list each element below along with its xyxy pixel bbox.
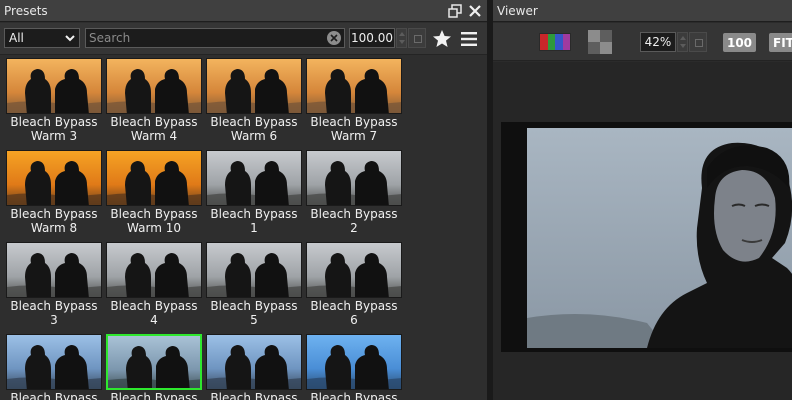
presets-title: Presets bbox=[4, 3, 48, 18]
category-filter-value: All bbox=[9, 31, 24, 45]
preset-thumbnail bbox=[306, 242, 402, 298]
clear-search-button[interactable] bbox=[327, 31, 341, 45]
presets-menu-button[interactable] bbox=[460, 31, 478, 47]
preset-label: Bleach Bypass bbox=[210, 391, 298, 400]
preset-thumbnail bbox=[106, 58, 202, 114]
viewer-image[interactable] bbox=[527, 128, 792, 348]
viewer-panel: Viewer 42% 100 FIT bbox=[493, 0, 792, 400]
preset-thumbnail bbox=[206, 58, 302, 114]
star-icon bbox=[433, 30, 451, 47]
zoom-value: 42% bbox=[644, 35, 672, 49]
zoom-100-button[interactable]: 100 bbox=[723, 33, 756, 52]
preset-thumbnail bbox=[106, 150, 202, 206]
preset-label: Bleach Bypass 4 bbox=[110, 299, 198, 327]
menu-icon bbox=[461, 32, 477, 46]
preset-thumbnail bbox=[6, 334, 102, 390]
preset-thumbnail bbox=[306, 334, 402, 390]
preset-tile[interactable]: Bleach Bypass Warm 8 bbox=[6, 150, 102, 235]
clear-icon bbox=[330, 34, 338, 42]
preset-label: Bleach Bypass 5 bbox=[210, 299, 298, 327]
preset-label: Bleach Bypass Warm 7 bbox=[310, 115, 398, 143]
close-icon[interactable] bbox=[467, 3, 483, 19]
preset-label: Bleach Bypass Warm 3 bbox=[10, 115, 98, 143]
preset-tile[interactable]: Bleach Bypass bbox=[106, 334, 202, 400]
favorites-button[interactable] bbox=[432, 29, 452, 49]
restore-window-icon[interactable] bbox=[447, 3, 463, 19]
preset-tile[interactable]: Bleach Bypass 3 bbox=[6, 242, 102, 327]
preset-thumbnail bbox=[106, 334, 202, 390]
preset-tile[interactable]: Bleach Bypass Warm 3 bbox=[6, 58, 102, 143]
zoom-reset-button[interactable] bbox=[689, 32, 707, 52]
preset-thumbnail bbox=[6, 58, 102, 114]
viewer-title: Viewer bbox=[497, 3, 538, 18]
rgb-channels-icon bbox=[540, 34, 548, 50]
viewer-header: Viewer bbox=[493, 0, 792, 22]
preset-label: Bleach Bypass Warm 8 bbox=[10, 207, 98, 235]
preset-thumbnail bbox=[206, 334, 302, 390]
preset-label: Bleach Bypass Warm 4 bbox=[110, 115, 198, 143]
preset-thumbnail bbox=[206, 150, 302, 206]
amount-spinner[interactable] bbox=[396, 28, 407, 48]
preset-thumbnail bbox=[206, 242, 302, 298]
presets-header: Presets bbox=[0, 0, 487, 22]
preset-label: Bleach Bypass bbox=[110, 391, 198, 400]
presets-grid: Bleach Bypass Warm 3 Bleach Bypass Warm 4… bbox=[0, 55, 487, 400]
preset-label: Bleach Bypass 2 bbox=[310, 207, 398, 235]
checkerboard-button[interactable] bbox=[588, 30, 612, 54]
preset-label: Bleach Bypass bbox=[10, 391, 98, 400]
preset-tile[interactable]: Bleach Bypass 6 bbox=[306, 242, 402, 327]
preset-tile[interactable]: Bleach Bypass Warm 6 bbox=[206, 58, 302, 143]
rgb-channels-button[interactable] bbox=[539, 33, 571, 51]
preset-tile[interactable]: Bleach Bypass Warm 7 bbox=[306, 58, 402, 143]
chevron-down-icon bbox=[65, 35, 75, 42]
preset-label: Bleach Bypass Warm 6 bbox=[210, 115, 298, 143]
preset-thumbnail bbox=[106, 242, 202, 298]
preset-tile[interactable]: Bleach Bypass bbox=[6, 334, 102, 400]
checkerboard-icon bbox=[588, 30, 612, 54]
zoom-fit-button[interactable]: FIT bbox=[769, 33, 792, 52]
preset-tile[interactable]: Bleach Bypass bbox=[306, 334, 402, 400]
preset-tile[interactable]: Bleach Bypass 5 bbox=[206, 242, 302, 327]
preset-tile[interactable]: Bleach Bypass bbox=[206, 334, 302, 400]
preset-tile[interactable]: Bleach Bypass Warm 10 bbox=[106, 150, 202, 235]
amount-value: 100.00 bbox=[351, 31, 393, 45]
category-filter-select[interactable]: All bbox=[4, 28, 80, 48]
search-input[interactable] bbox=[86, 29, 322, 47]
preset-tile[interactable]: Bleach Bypass 1 bbox=[206, 150, 302, 235]
preset-thumbnail bbox=[306, 58, 402, 114]
preset-thumbnail bbox=[306, 150, 402, 206]
search-box bbox=[85, 28, 345, 48]
preset-label: Bleach Bypass 1 bbox=[210, 207, 298, 235]
preset-label: Bleach Bypass Warm 10 bbox=[110, 207, 198, 235]
zoom-spinner[interactable] bbox=[677, 32, 688, 52]
zoom-field[interactable]: 42% bbox=[640, 32, 676, 52]
viewer-toolbar: 42% 100 FIT bbox=[493, 23, 792, 61]
preset-tile[interactable]: Bleach Bypass Warm 4 bbox=[106, 58, 202, 143]
preset-label: Bleach Bypass 6 bbox=[310, 299, 398, 327]
preset-label: Bleach Bypass 3 bbox=[10, 299, 98, 327]
amount-reset-button[interactable] bbox=[408, 28, 426, 48]
preset-tile[interactable]: Bleach Bypass 4 bbox=[106, 242, 202, 327]
amount-field[interactable]: 100.00 bbox=[349, 28, 395, 48]
preset-tile[interactable]: Bleach Bypass 2 bbox=[306, 150, 402, 235]
preset-thumbnail bbox=[6, 242, 102, 298]
presets-panel: Presets All 100.00 bbox=[0, 0, 487, 400]
preset-thumbnail bbox=[6, 150, 102, 206]
presets-toolbar: All 100.00 bbox=[0, 23, 487, 55]
preset-label: Bleach Bypass bbox=[310, 391, 398, 400]
